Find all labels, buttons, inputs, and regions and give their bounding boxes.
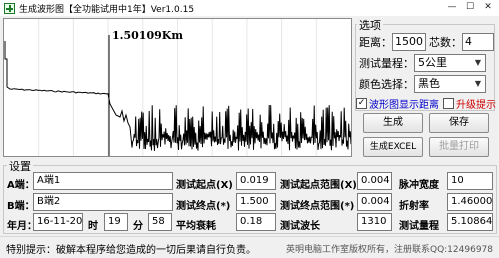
refractive-index-input[interactable]: 1.460000 [447,193,493,211]
minimize-button[interactable]: — [445,1,459,13]
range-label: 测试量程： [359,57,414,70]
color-select[interactable]: 黑色 ▼ [414,75,486,93]
copyright-text: 英明电脑工作室版权所有，注册联系QQ:12496978 [285,245,493,255]
distance-row: 距离： 1500 芯数： 4 [359,33,494,51]
pulse-width-input[interactable]: 10 [447,172,493,190]
status-bar: 特别提示：破解本程序给您造成的一切后果请自行负责。 英明电脑工作室版权所有，注册… [0,236,499,258]
chevron-down-icon: ▼ [474,58,482,67]
cores-label: 芯数： [429,36,462,49]
range-select-value: 5公里 [418,56,447,69]
color-row: 颜色选择： 黑色 ▼ [359,75,486,93]
a-end-label: A端： [7,180,35,191]
test-range-input[interactable]: 5.10864 [447,213,493,231]
waveform-canvas: 1.50109Km [4,19,351,156]
range-select[interactable]: 5公里 ▼ [414,54,486,72]
maximize-button[interactable]: ☐ [463,1,477,13]
a-end-input[interactable]: A端1 [33,172,173,190]
color-select-value: 黑色 [418,77,440,90]
date-input[interactable]: 16-11-2015 [33,213,83,231]
options-group-label: 选项 [357,17,383,33]
avg-attenuation-input[interactable]: 0.18 [236,213,276,231]
start-point-input[interactable]: 0.019 [236,172,276,190]
distance-label: 距离： [359,36,392,49]
refractive-index-label: 折射率 [399,201,429,212]
b-end-label: B端： [7,201,35,212]
wavelength-label: 测试波长 [280,221,320,232]
start-range-input[interactable]: 0.004 [357,172,392,190]
cores-input[interactable]: 4 [462,33,494,51]
notice-text: 特别提示：破解本程序给您造成的一切后果请自行负责。 [6,245,256,256]
settings-panel: 设置 A端： A端1 测试起点(X) 0.019 测试起点范围(X) 0.004… [3,158,497,234]
upgrade-checkbox[interactable] [443,98,454,109]
minute-label: 分 [133,221,143,232]
checkbox-row: ✓ 波形图显示距离 升级提示 [356,96,496,111]
color-label: 颜色选择： [359,78,414,91]
end-range-label: 测试终点范围(*) [280,201,355,212]
start-range-label: 测试起点范围(X) [280,180,357,191]
hour-input[interactable]: 19 [104,213,128,231]
app-icon [4,2,15,14]
title-bar: 生成波形图【全功能试用中1年】Ver1.0.15 — ☐ ✕ [0,0,499,16]
end-point-label: 测试终点(*) [176,201,231,212]
waveform-display[interactable]: 1.50109Km [3,18,352,157]
generate-excel-button[interactable]: 生成EXCEL [363,137,423,157]
options-panel: 选项 距离： 1500 芯数： 4 测试量程： 5公里 ▼ 颜色选择： 黑色 ▼… [355,17,497,157]
window-title: 生成波形图【全功能试用中1年】Ver1.0.15 [19,4,195,15]
avg-attenuation-label: 平均衰耗 [176,221,216,232]
start-point-label: 测试起点(X) [176,180,233,191]
show-distance-checkbox[interactable]: ✓ [356,98,367,109]
show-distance-label[interactable]: 波形图显示距离 [369,96,439,111]
end-point-input[interactable]: 1.500 [236,193,276,211]
upgrade-label[interactable]: 升级提示 [456,96,496,111]
wavelength-input[interactable]: 1310 [357,213,392,231]
b-end-input[interactable]: B端2 [33,193,173,211]
batch-print-button[interactable]: 批量打印 [429,137,489,157]
chevron-down-icon: ▼ [474,79,482,88]
window-controls: — ☐ ✕ [445,1,495,13]
end-range-input[interactable]: 0.004 [357,193,392,211]
pulse-width-label: 脉冲宽度 [399,180,439,191]
distance-input[interactable]: 1500 [392,33,426,51]
hour-label: 时 [88,221,98,232]
generate-button[interactable]: 生成 [363,113,423,133]
minute-input[interactable]: 58 [148,213,172,231]
range-row: 测试量程： 5公里 ▼ [359,54,486,72]
distance-marker-label: 1.50109Km [112,29,183,42]
settings-group-label: 设置 [7,158,33,174]
test-range-label: 测试量程 [399,221,439,232]
save-button[interactable]: 保存 [429,113,489,133]
close-button[interactable]: ✕ [481,1,495,13]
